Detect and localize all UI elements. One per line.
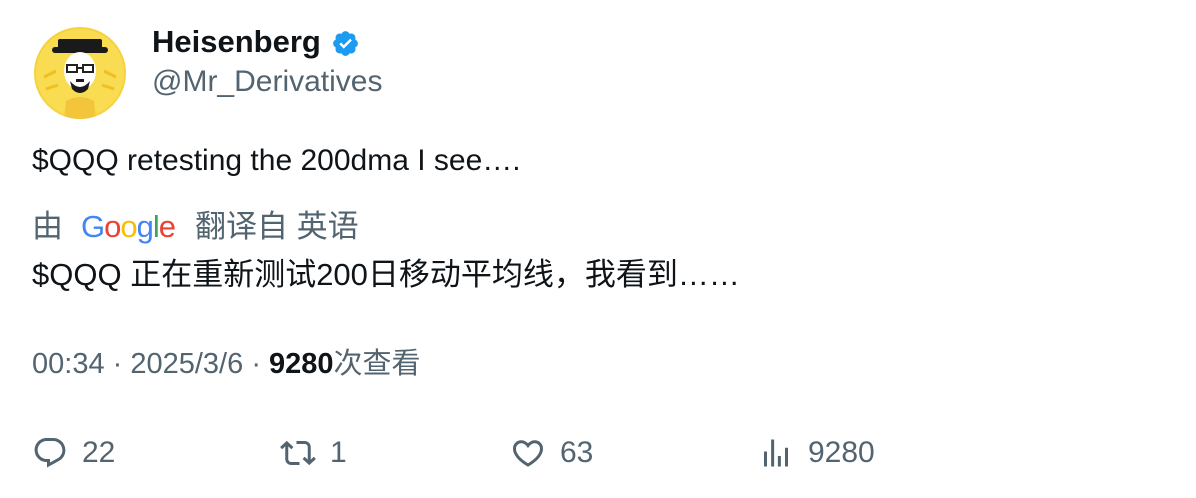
tweet-meta: 00:34 · 2025/3/6 · 9280次查看 xyxy=(32,345,421,383)
display-name[interactable]: Heisenberg xyxy=(152,22,321,62)
reply-count: 22 xyxy=(82,436,116,469)
tweet-text: $QQQ retesting the 200dma I see…. xyxy=(32,144,521,177)
translation-suffix: 翻译自 英语 xyxy=(195,209,359,244)
translation-attribution: 由 Google 翻译自 英语 xyxy=(32,207,359,247)
tweet-time[interactable]: 00:34 xyxy=(32,348,105,380)
retweet-icon xyxy=(280,440,316,466)
like-button[interactable]: 63 xyxy=(510,431,593,475)
views-label: 次查看 xyxy=(333,348,421,380)
avatar[interactable] xyxy=(34,27,126,119)
retweet-button[interactable]: 1 xyxy=(280,431,347,475)
tweet-date[interactable]: 2025/3/6 xyxy=(130,348,243,380)
heart-icon xyxy=(512,440,544,467)
like-count: 63 xyxy=(560,436,594,469)
views-count: 9280 xyxy=(269,348,334,380)
views-bar-chart-icon xyxy=(764,439,788,467)
google-logo-icon: Google xyxy=(81,209,176,244)
heisenberg-avatar-icon xyxy=(34,27,126,119)
retweet-count: 1 xyxy=(330,436,347,469)
reply-button[interactable]: 22 xyxy=(32,431,115,475)
meta-separator: · xyxy=(251,348,270,380)
views-action-count: 9280 xyxy=(808,436,875,469)
views-button[interactable]: 9280 xyxy=(758,431,875,475)
translation-prefix: 由 xyxy=(32,209,63,244)
author-handle[interactable]: @Mr_Derivatives xyxy=(152,63,383,101)
reply-icon xyxy=(34,438,66,468)
meta-separator: · xyxy=(112,348,131,380)
author-name[interactable]: Heisenberg xyxy=(152,22,360,62)
verified-badge-icon xyxy=(331,28,360,57)
translated-text: $QQQ 正在重新测试200日移动平均线，我看到…… xyxy=(32,257,740,292)
